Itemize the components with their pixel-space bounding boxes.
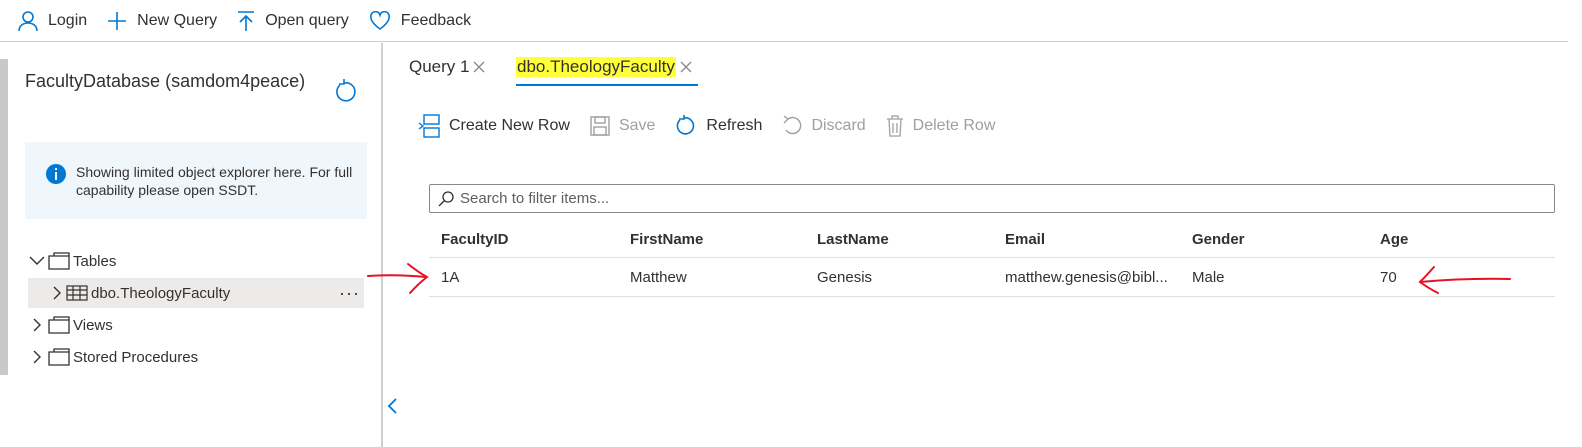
close-icon[interactable] (680, 61, 692, 73)
tree-node-theology-faculty[interactable]: dbo.TheologyFaculty ··· (28, 278, 364, 308)
search-box (429, 184, 1555, 213)
login-button[interactable]: Login (18, 0, 87, 42)
close-icon[interactable] (473, 61, 485, 73)
save-button[interactable]: Save (590, 116, 655, 136)
trash-icon (886, 115, 903, 137)
folder-icon (48, 348, 70, 366)
tab-query-1[interactable]: Query 1 (409, 54, 485, 80)
save-icon (590, 116, 610, 136)
tab-label: Query 1 (409, 57, 470, 76)
tables-label: Tables (73, 252, 117, 270)
chevron-right-icon (33, 350, 41, 364)
table-toolbar: Create New Row Save Refresh Discard Dele… (418, 112, 1015, 140)
column-header-age[interactable]: Age (1368, 231, 1555, 248)
cell-age[interactable]: 70 (1368, 269, 1555, 286)
table-icon (66, 285, 88, 301)
collapse-sidebar-chevron-icon[interactable] (385, 396, 401, 416)
refresh-icon (677, 115, 695, 135)
command-bar: Login New Query Open query Feedback (0, 0, 1568, 42)
more-options-button[interactable]: ··· (339, 278, 360, 308)
refresh-icon[interactable] (334, 78, 360, 104)
stored-procedures-label: Stored Procedures (73, 348, 199, 366)
views-label: Views (73, 316, 113, 334)
discard-button[interactable]: Discard (782, 115, 866, 137)
object-explorer: FacultyDatabase (samdom4peace) Showing l… (0, 43, 383, 447)
open-query-label: Open query (265, 11, 349, 29)
new-query-label: New Query (137, 11, 218, 29)
tab-label: dbo.TheologyFaculty (516, 57, 676, 77)
chevron-right-icon (33, 318, 41, 332)
grid-header: FacultyID FirstName LastName Email Gende… (429, 222, 1555, 258)
column-header-firstname[interactable]: FirstName (618, 231, 805, 248)
search-input[interactable] (460, 190, 1554, 207)
cell-facultyid[interactable]: 1A (429, 269, 618, 286)
sidebar-scrollbar[interactable] (0, 59, 8, 375)
upload-icon (238, 10, 255, 31)
column-header-facultyid[interactable]: FacultyID (429, 231, 618, 248)
tree-node-views[interactable]: Views (28, 310, 368, 340)
cell-email[interactable]: matthew.genesis@bibl... (993, 269, 1180, 286)
feedback-label: Feedback (400, 11, 472, 29)
plus-icon (108, 11, 127, 30)
active-tab-indicator (516, 84, 698, 86)
undo-icon (783, 115, 802, 135)
create-new-row-button[interactable]: Create New Row (418, 114, 570, 138)
feedback-button[interactable]: Feedback (369, 0, 471, 42)
chevron-down-icon (29, 256, 45, 265)
cell-firstname[interactable]: Matthew (618, 269, 805, 286)
cell-gender[interactable]: Male (1180, 269, 1368, 286)
delete-row-label: Delete Row (912, 117, 996, 134)
folder-icon (48, 252, 70, 270)
discard-label: Discard (811, 117, 866, 134)
info-icon (46, 164, 66, 184)
refresh-label: Refresh (706, 117, 763, 134)
search-icon (438, 190, 454, 206)
database-title: FacultyDatabase (samdom4peace) (25, 71, 306, 91)
column-header-gender[interactable]: Gender (1180, 231, 1368, 248)
column-header-email[interactable]: Email (993, 231, 1180, 248)
save-label: Save (618, 117, 656, 134)
folder-icon (48, 316, 70, 334)
cell-lastname[interactable]: Genesis (805, 269, 993, 286)
info-text: Showing limited object explorer here. Fo… (76, 164, 353, 198)
tree-node-tables[interactable]: Tables (28, 246, 368, 276)
column-header-lastname[interactable]: LastName (805, 231, 993, 248)
table-row[interactable]: 1A Matthew Genesis matthew.genesis@bibl.… (429, 258, 1555, 297)
tree-node-stored-procedures[interactable]: Stored Procedures (28, 342, 368, 372)
tab-theology-faculty[interactable]: dbo.TheologyFaculty (516, 54, 692, 80)
heart-icon (369, 10, 390, 30)
login-label: Login (48, 11, 88, 29)
new-query-button[interactable]: New Query (107, 0, 217, 42)
open-query-button[interactable]: Open query (237, 0, 349, 42)
person-icon (18, 10, 38, 31)
refresh-button[interactable]: Refresh (675, 115, 762, 137)
info-banner: Showing limited object explorer here. Fo… (25, 142, 367, 219)
table-item-label: dbo.TheologyFaculty (91, 284, 231, 302)
data-grid: FacultyID FirstName LastName Email Gende… (429, 222, 1555, 297)
chevron-right-icon (53, 286, 61, 300)
create-new-row-label: Create New Row (449, 117, 570, 134)
insert-row-icon (418, 114, 440, 138)
delete-row-button[interactable]: Delete Row (886, 115, 996, 137)
